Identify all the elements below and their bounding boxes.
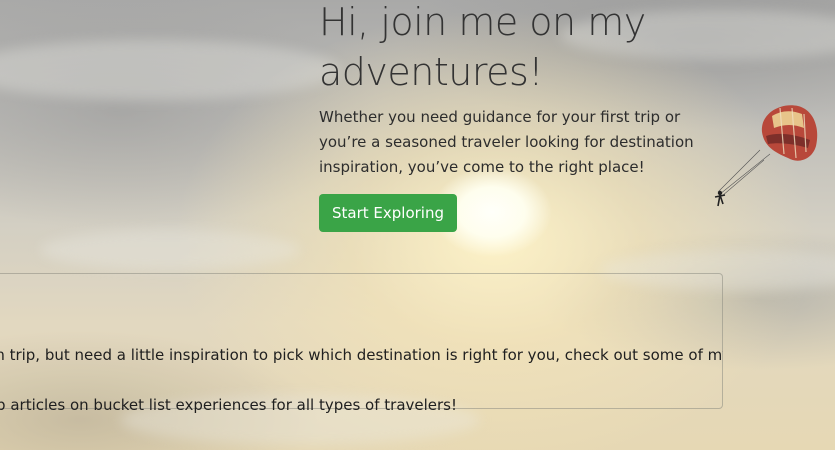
hero-subtitle: Whether you need guidance for your first… bbox=[319, 108, 694, 176]
hero-section: Hi, join me on my adventures! Whether yo… bbox=[319, 0, 739, 232]
info-card-line-1: am trip, but need a little inspiration t… bbox=[0, 346, 723, 364]
start-exploring-button[interactable]: Start Exploring bbox=[319, 194, 457, 232]
info-card: am trip, but need a little inspiration t… bbox=[0, 273, 723, 414]
page-title: Hi, join me on my adventures! bbox=[319, 0, 646, 94]
info-card-line-2: top articles on bucket list experiences … bbox=[0, 396, 458, 414]
info-card-text: am trip, but need a little inspiration t… bbox=[0, 318, 723, 443]
